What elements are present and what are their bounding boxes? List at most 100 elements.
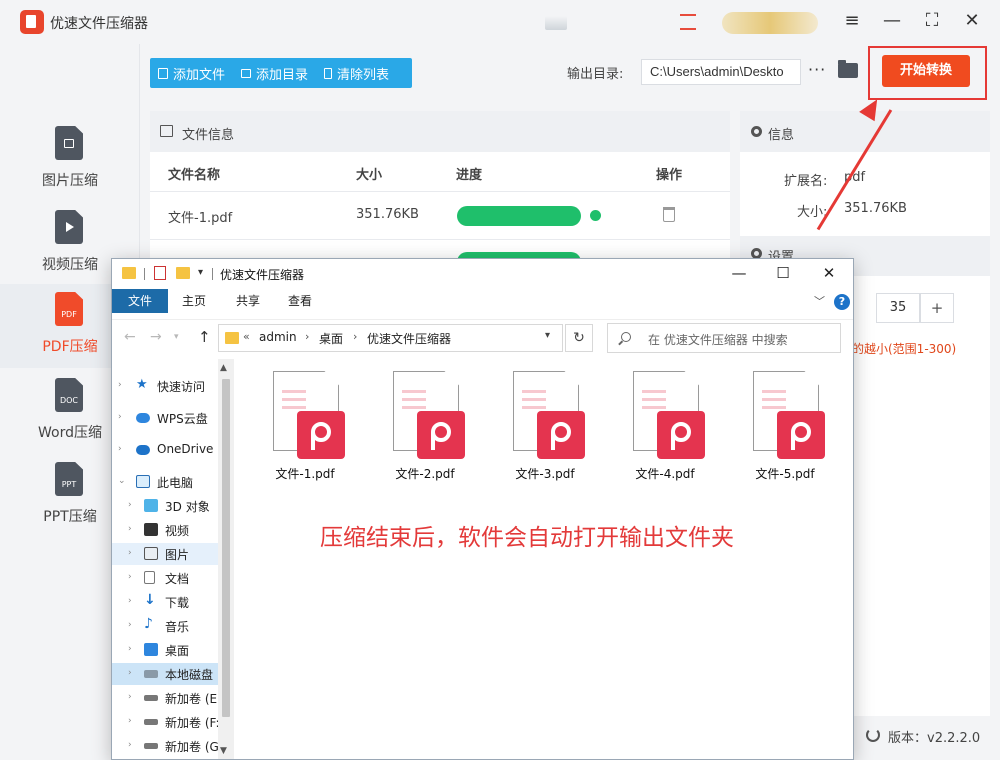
progress-bar: [457, 206, 581, 226]
explorer-maximize-button[interactable]: ☐: [772, 264, 794, 282]
properties-icon[interactable]: [154, 266, 166, 280]
delete-trash-icon[interactable]: [663, 207, 675, 222]
nav-scrollbar-thumb[interactable]: [222, 379, 230, 717]
nav-item-3d-objects[interactable]: › 3D 对象: [112, 495, 218, 517]
nav-item-drive-e[interactable]: › 新加卷 (E: [112, 687, 218, 709]
toolbar-button-group: 添加文件 添加目录 清除列表: [150, 58, 412, 88]
explorer-minimize-button[interactable]: —: [728, 264, 750, 282]
forward-arrow-icon[interactable]: →: [150, 329, 162, 345]
nav-item-downloads[interactable]: › ↓ 下载: [112, 591, 218, 613]
nav-item-quick-access[interactable]: › ★ 快速访问: [112, 375, 218, 397]
tab-file[interactable]: 文件: [112, 289, 168, 313]
output-dir-input[interactable]: C:\Users\admin\Deskto: [641, 59, 801, 85]
output-dir-label: 输出目录:: [567, 67, 624, 82]
local-disk-icon: [144, 670, 158, 678]
file-item[interactable]: 文件-4.pdf: [615, 371, 715, 481]
ext-label: 扩展名:: [784, 174, 828, 189]
quality-stepper[interactable]: 35: [876, 293, 920, 323]
vip-badge[interactable]: [722, 12, 818, 34]
file-name-cell: 文件-1.pdf: [168, 211, 233, 226]
size-value: 351.76KB: [844, 201, 907, 216]
sidebar-item-image[interactable]: 图片压缩: [0, 118, 140, 202]
refresh-icon[interactable]: [866, 728, 880, 742]
nav-item-onedrive[interactable]: › OneDrive: [112, 439, 218, 461]
app-titlebar: 优速文件压缩器 ≡ — ⛶ ✕: [0, 0, 1000, 44]
drive-icon: [144, 695, 158, 701]
explorer-close-button[interactable]: ✕: [818, 264, 840, 282]
nav-item-documents[interactable]: › 文档: [112, 567, 218, 589]
file-item[interactable]: 文件-3.pdf: [495, 371, 595, 481]
scroll-up-icon[interactable]: ▲: [220, 363, 227, 373]
clear-list-button[interactable]: 清除列表: [316, 58, 397, 88]
nav-item-drive-f[interactable]: › 新加卷 (F:: [112, 711, 218, 733]
download-icon: ↓: [144, 592, 156, 608]
nav-item-pictures[interactable]: › 图片: [112, 543, 218, 565]
red-menu-icon[interactable]: [680, 14, 696, 30]
maximize-button[interactable]: ⛶: [921, 10, 943, 32]
column-header-progress: 进度: [456, 168, 483, 183]
trash-icon: [324, 67, 333, 79]
sidebar-item-label: 图片压缩: [42, 173, 98, 189]
documents-folder-icon: [144, 571, 155, 584]
nav-item-music[interactable]: › ♪ 音乐: [112, 615, 218, 637]
folder-icon: [225, 332, 239, 344]
customize-dropdown-icon[interactable]: ▾: [198, 267, 203, 278]
info-panel-header: 信息: [740, 111, 990, 152]
refresh-button[interactable]: ↻: [565, 324, 593, 352]
open-folder-icon[interactable]: [838, 60, 858, 78]
up-arrow-icon[interactable]: ↑: [198, 328, 211, 346]
nav-item-local-disk[interactable]: › 本地磁盘: [112, 663, 218, 685]
nav-item-this-pc[interactable]: ⌄ 此电脑: [112, 471, 218, 493]
check-circle-icon: [590, 210, 601, 221]
info-panel-title: 信息: [768, 128, 795, 143]
explorer-title: 优速文件压缩器: [220, 268, 305, 282]
ribbon-tabs: 文件 主页 共享 查看 ﹀ ?: [112, 289, 853, 315]
recent-dropdown-icon[interactable]: ▾: [174, 332, 179, 342]
help-icon[interactable]: ?: [834, 294, 850, 310]
nav-item-wps-cloud[interactable]: › WPS云盘: [112, 407, 218, 429]
star-icon: ★: [136, 377, 148, 392]
file-item[interactable]: 文件-2.pdf: [375, 371, 475, 481]
new-folder-icon[interactable]: [176, 267, 190, 279]
increment-button[interactable]: +: [920, 293, 954, 323]
tab-share[interactable]: 共享: [228, 289, 268, 313]
gear-icon: [751, 126, 762, 137]
tab-home[interactable]: 主页: [174, 289, 214, 313]
file-item[interactable]: 文件-1.pdf: [255, 371, 355, 481]
breadcrumb-overflow[interactable]: «: [243, 330, 250, 343]
menu-icon[interactable]: ≡: [841, 10, 863, 32]
more-options-button[interactable]: ···: [808, 60, 826, 79]
address-dropdown-icon[interactable]: ▾: [545, 330, 550, 341]
nav-item-desktop[interactable]: › 桌面: [112, 639, 218, 661]
pdf-icon: [777, 411, 825, 459]
drive-icon: [144, 719, 158, 725]
pdf-icon: [417, 411, 465, 459]
drive-icon: [144, 743, 158, 749]
skin-icon[interactable]: [545, 16, 567, 30]
ppt-file-icon: PPT: [55, 462, 83, 496]
breadcrumb-admin[interactable]: admin: [259, 330, 297, 344]
address-bar[interactable]: « admin › 桌面 › 优速文件压缩器 ▾: [218, 324, 563, 352]
quality-hint: 的越小(范围1-300): [852, 342, 957, 356]
file-item[interactable]: 文件-5.pdf: [735, 371, 835, 481]
collapse-ribbon-icon[interactable]: ﹀: [814, 293, 825, 309]
search-input[interactable]: 在 优速文件压缩器 中搜索: [607, 323, 841, 353]
divider: [150, 191, 730, 192]
computer-icon: [136, 475, 150, 488]
nav-item-drive-g[interactable]: › 新加卷 (G: [112, 735, 218, 757]
close-button[interactable]: ✕: [961, 10, 983, 32]
scroll-down-icon[interactable]: ▼: [220, 746, 227, 756]
breadcrumb-sep-icon: ›: [353, 330, 358, 343]
breadcrumb-desktop[interactable]: 桌面: [319, 330, 343, 347]
nav-item-videos[interactable]: › 视频: [112, 519, 218, 541]
add-file-button[interactable]: 添加文件: [150, 58, 233, 88]
tab-view[interactable]: 查看: [280, 289, 320, 313]
start-convert-button[interactable]: 开始转换: [882, 55, 970, 87]
back-arrow-icon[interactable]: ←: [124, 329, 136, 345]
search-placeholder: 在 优速文件压缩器 中搜索: [648, 333, 788, 347]
add-folder-button[interactable]: 添加目录: [233, 58, 316, 88]
breadcrumb-current[interactable]: 优速文件压缩器: [367, 330, 451, 347]
minimize-button[interactable]: —: [881, 10, 903, 32]
file-size-cell: 351.76KB: [356, 207, 419, 222]
file-name: 文件-5.pdf: [755, 467, 815, 481]
